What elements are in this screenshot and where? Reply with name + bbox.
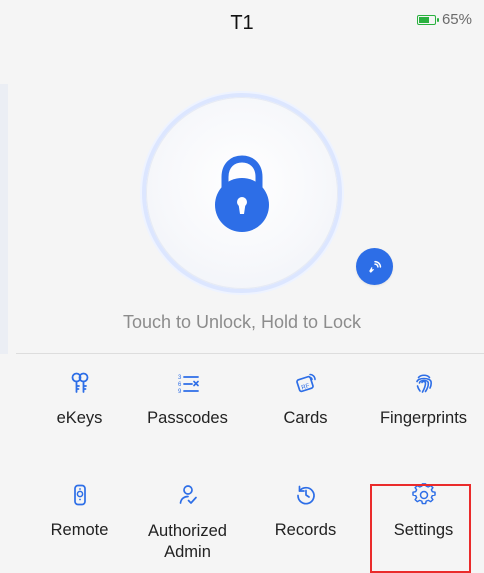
authorized-admin-label: Authorized Admin (148, 522, 227, 561)
top-bar: T1 65% (0, 0, 484, 52)
ekeys-label: eKeys (56, 409, 103, 427)
lock-control-area: Touch to Unlock, Hold to Lock (0, 54, 484, 354)
ekey-icon (71, 372, 88, 393)
remote-label: Remote (50, 521, 109, 539)
passcodes-label: Passcodes (147, 409, 228, 427)
fingerprint-icon (415, 374, 432, 393)
battery-status: 65% (416, 11, 472, 28)
settings-label: Settings (393, 521, 454, 539)
cards-label: Cards (283, 409, 328, 427)
rf-card-icon: RF (295, 373, 316, 393)
lock-caption: Touch to Unlock, Hold to Lock (122, 312, 362, 332)
svg-text:RF: RF (300, 382, 310, 391)
passcode-icon: 3 6 9 (178, 375, 199, 395)
history-icon (296, 485, 315, 505)
battery-level-fill (418, 16, 429, 23)
lock-title: T1 (230, 12, 254, 34)
fingerprints-button[interactable]: Fingerprints (363, 371, 484, 428)
svg-text:9: 9 (178, 389, 182, 395)
settings-button[interactable]: Settings (363, 483, 484, 540)
section-divider (16, 353, 484, 354)
svg-text:6: 6 (178, 382, 182, 388)
remote-icon (73, 484, 86, 506)
remote-button[interactable]: Remote (19, 483, 140, 540)
battery-percentage: 65% (441, 11, 472, 28)
admin-icon (179, 485, 197, 504)
nfc-key-icon[interactable] (356, 248, 393, 285)
records-label: Records (274, 521, 337, 539)
padlock-keyhole-icon (201, 153, 283, 235)
records-button[interactable]: Records (245, 483, 366, 540)
svg-text:3: 3 (178, 375, 182, 381)
lock-screen: T1 65% Touch to Unlock, Hold to Lock eKe… (0, 0, 484, 573)
ekeys-button[interactable]: eKeys (19, 371, 140, 428)
gear-icon (411, 483, 436, 505)
battery-icon (416, 14, 439, 25)
cards-button[interactable]: RF Cards (245, 371, 366, 428)
unlock-button[interactable] (146, 97, 338, 289)
passcodes-button[interactable]: 3 6 9 Passcodes (127, 371, 248, 428)
authorized-admin-button[interactable]: Authorized Admin (127, 483, 248, 563)
fingerprints-label: Fingerprints (379, 409, 468, 427)
